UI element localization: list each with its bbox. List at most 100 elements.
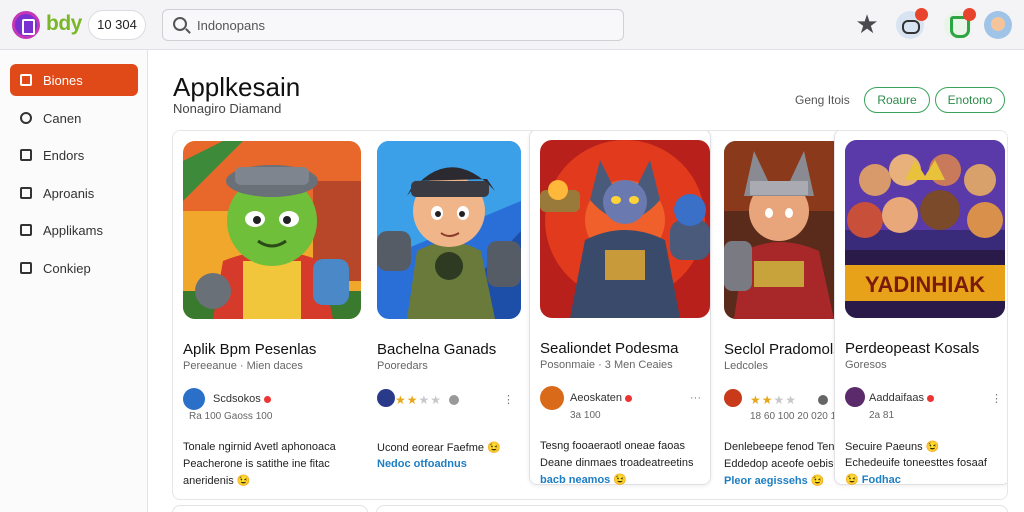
app-subtitle: Pooredars bbox=[377, 360, 428, 372]
enotono-button[interactable]: Enotono bbox=[935, 87, 1005, 113]
app-description: Secuire Paeuns 😉 bbox=[845, 441, 940, 453]
app-artwork[interactable] bbox=[540, 140, 710, 318]
emoji-icon: 😉 bbox=[810, 475, 825, 487]
roaure-button[interactable]: Roaure bbox=[864, 87, 930, 113]
sidebar-item-conkiep[interactable]: Conkiep bbox=[10, 252, 138, 284]
sidebar-item-label: Endors bbox=[43, 148, 85, 163]
developer-avatar bbox=[724, 389, 742, 407]
developer-avatar bbox=[540, 386, 564, 410]
app-description: Tonale ngirnid Avetl aphonoaca bbox=[183, 441, 336, 453]
app-logo-text[interactable]: bdy bbox=[46, 12, 82, 36]
app-card[interactable]: Seclol Pradomols Ledcoles ★★★★ 18 60 100… bbox=[714, 131, 857, 487]
app-description: Denlebeepe fenod Tenis bbox=[724, 441, 843, 453]
chat-icon[interactable] bbox=[896, 8, 928, 39]
list-icon bbox=[20, 224, 32, 236]
app-link[interactable]: bacb neamos 😉 bbox=[540, 473, 627, 486]
emoji-icon: 😉 bbox=[487, 442, 501, 454]
main-content: Applkesain Nonagiro Diamand Geng Itois R… bbox=[148, 50, 1024, 512]
art-banner-text: YADINHIAK bbox=[865, 272, 985, 297]
rating-stars: ★★★★ bbox=[395, 393, 443, 407]
sidebar-item-label: Applikams bbox=[43, 223, 103, 238]
sidebar-item-endors[interactable]: Endors bbox=[10, 139, 138, 171]
app-link[interactable]: Nedoc otfoadnus bbox=[377, 458, 467, 470]
rating-stars: ★★★★ bbox=[750, 393, 798, 407]
app-artwork[interactable] bbox=[183, 141, 361, 319]
developer-name: Aeoskaten bbox=[570, 392, 632, 404]
app-card-grid: Aplik Bpm Pesenlas Pereeanue · Mien dace… bbox=[172, 130, 1008, 500]
app-artwork[interactable] bbox=[377, 141, 521, 319]
sidebar-item-label: Conkiep bbox=[43, 261, 91, 276]
app-title[interactable]: Aplik Bpm Pesenlas bbox=[183, 341, 316, 358]
more-icon[interactable]: ⋮ bbox=[503, 393, 514, 406]
page-subtitle: Nonagiro Diamand bbox=[173, 101, 282, 116]
app-meta: 3a 100 bbox=[570, 410, 601, 421]
app-description: aneridenis 😉 bbox=[183, 475, 251, 487]
developer-avatar bbox=[377, 389, 395, 407]
app-description: Deane dinmaes troadeatreetins bbox=[540, 457, 694, 469]
app-card[interactable]: YADINHIAK Perdeopeast Kosals Goresos Aad… bbox=[834, 131, 1007, 486]
status-dot bbox=[818, 395, 828, 405]
shield-icon[interactable] bbox=[944, 8, 976, 39]
app-link[interactable]: Pleor aegissehs 😉 bbox=[724, 474, 825, 487]
app-description: Tesng fooaeraotl oneae faoas bbox=[540, 440, 685, 452]
search-bar[interactable] bbox=[162, 9, 624, 41]
app-meta: Ra 100 Gaoss 100 bbox=[189, 411, 273, 422]
app-title[interactable]: Bachelna Ganads bbox=[377, 341, 496, 358]
top-bar: bdy 10 304 ★ bbox=[0, 0, 1024, 50]
next-row-card bbox=[376, 505, 1008, 512]
bar-icon bbox=[20, 262, 32, 274]
chat-notification-badge bbox=[915, 8, 928, 21]
app-description: Echedeuife toneesttes fosaaf bbox=[845, 457, 987, 469]
app-description: Ucond eorear Faefme 😉 bbox=[377, 442, 501, 454]
developer-avatar bbox=[845, 387, 865, 407]
grid-icon bbox=[20, 74, 32, 86]
next-row-card bbox=[172, 505, 368, 512]
developer-name: Aaddaifaas bbox=[869, 392, 935, 404]
app-logo-icon[interactable] bbox=[12, 11, 40, 39]
search-input[interactable] bbox=[197, 14, 597, 36]
sidebar-item-applikams[interactable]: Applikams bbox=[10, 214, 138, 246]
app-title[interactable]: Sealiondet Podesma bbox=[540, 340, 678, 357]
circle-icon bbox=[20, 112, 32, 124]
app-card[interactable]: Bachelna Ganads Pooredars ★★★★ ⋮ Ucond e… bbox=[369, 131, 527, 487]
sidebar-item-aproanis[interactable]: Aproanis bbox=[10, 177, 138, 209]
status-dot bbox=[449, 395, 459, 405]
star-icon[interactable]: ★ bbox=[853, 10, 881, 38]
emoji-icon: 😉 bbox=[925, 441, 940, 453]
app-artwork[interactable] bbox=[724, 141, 834, 319]
sidebar-item-label: Biones bbox=[43, 73, 83, 88]
app-subtitle: Goresos bbox=[845, 359, 887, 371]
search-icon bbox=[173, 17, 187, 31]
page-title: Applkesain bbox=[173, 72, 301, 102]
emoji-icon: 😉 bbox=[845, 474, 859, 486]
sidebar: Biones Canen Endors Aproanis Applikams C… bbox=[0, 50, 148, 512]
app-title[interactable]: Seclol Pradomols bbox=[724, 341, 841, 358]
app-artwork[interactable]: YADINHIAK bbox=[845, 140, 1005, 318]
developer-name: Scdsokos bbox=[213, 393, 271, 405]
sidebar-item-label: Canen bbox=[43, 111, 82, 126]
emoji-icon: 😉 bbox=[613, 474, 628, 486]
more-icon[interactable]: ··· bbox=[690, 392, 701, 404]
app-subtitle: Pereeanue · Mien daces bbox=[183, 360, 303, 372]
app-meta: 2a 81 bbox=[869, 410, 895, 421]
sort-label[interactable]: Geng Itois bbox=[795, 93, 850, 107]
more-icon[interactable]: ⋮ bbox=[991, 392, 1002, 405]
sidebar-item-canen[interactable]: Canen bbox=[10, 102, 138, 134]
count-pill[interactable]: 10 304 bbox=[88, 10, 146, 40]
app-title[interactable]: Perdeopeast Kosals bbox=[845, 340, 979, 357]
sidebar-item-label: Aproanis bbox=[43, 186, 95, 201]
app-card[interactable]: Aplik Bpm Pesenlas Pereeanue · Mien dace… bbox=[173, 131, 369, 487]
app-link[interactable]: 😉 Fodhac bbox=[845, 473, 901, 486]
emoji-icon: 😉 bbox=[236, 475, 251, 487]
app-description: Peacherone is satithe ine fitac bbox=[183, 458, 330, 470]
app-subtitle: Posonmaie · 3 Men Ceaies bbox=[540, 359, 673, 371]
square-icon bbox=[20, 149, 32, 161]
app-card[interactable]: Sealiondet Podesma Posonmaie · 3 Men Cea… bbox=[529, 131, 711, 486]
app-meta: 18 60 100 20 020 100 bbox=[750, 411, 848, 422]
chart-icon bbox=[20, 187, 32, 199]
user-avatar[interactable] bbox=[984, 11, 1012, 39]
developer-avatar bbox=[183, 388, 205, 410]
app-subtitle: Ledcoles bbox=[724, 360, 769, 372]
shield-notification-badge bbox=[963, 8, 976, 21]
sidebar-item-biones[interactable]: Biones bbox=[10, 64, 138, 96]
